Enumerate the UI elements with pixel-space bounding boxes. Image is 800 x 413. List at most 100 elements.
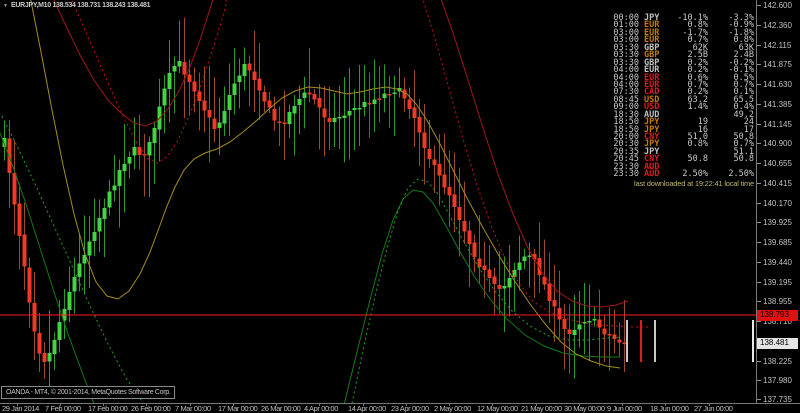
news-value1: 2.50% [682, 169, 708, 180]
news-time: 00:00 [613, 13, 639, 23]
news-row: 20:35 JPY 51.1 [611, 146, 754, 157]
news-value1: 63.2 [687, 94, 708, 105]
news-currency: USD [644, 102, 660, 113]
time-tick: 23 Apr 00:00 [391, 404, 429, 413]
candle-body [482, 265, 487, 270]
time-tick: 7 Feb 00:00 [45, 404, 81, 413]
news-currency: GBP [644, 57, 660, 68]
news-row: 18:50 JPY 19 24 [611, 117, 754, 128]
news-currency: GBP [644, 50, 660, 61]
time-axis[interactable]: 29 Jan 2014 7 Feb 00:00 17 Feb 00:00 26 Feb… [0, 403, 800, 413]
candle-body [122, 164, 127, 172]
news-time: 18:30 [613, 109, 639, 120]
news-value1: 62K [692, 42, 708, 53]
time-tick: 9 Jun 00:00 [607, 404, 642, 413]
news-time: 04:00 [613, 65, 639, 76]
candle-body [42, 353, 47, 363]
candle-body [282, 122, 287, 125]
candle-body [47, 352, 52, 362]
candle-body [167, 73, 172, 90]
candle-body [102, 207, 107, 220]
news-currency: JPY [644, 13, 660, 23]
candle-body [322, 108, 327, 118]
news-value1: 0.6% [687, 72, 708, 83]
candle-body [287, 112, 292, 124]
candle-body [447, 187, 452, 196]
news-row: 04:00 EUR 0.2% -0.1% [611, 65, 754, 76]
time-tick: 21 May 00:00 [521, 404, 562, 413]
price-tick: 137.735 [757, 395, 792, 404]
candle-body [342, 115, 347, 119]
candle-body [252, 71, 257, 80]
lower-band-dotted-mid-line [351, 178, 623, 403]
news-time: 03:00 [613, 35, 639, 46]
candle-body [377, 98, 382, 101]
candle-body [317, 98, 322, 108]
news-value2: 2.4B [733, 50, 754, 61]
time-tick: 14 Apr 00:00 [348, 404, 386, 413]
price-tick: 139.685 [757, 238, 792, 247]
news-row: 03:30 GBP 0.2% -0.2% [611, 57, 754, 68]
candle-body [587, 321, 592, 323]
news-currency: EUR [644, 35, 660, 46]
news-currency: EUR [644, 20, 660, 31]
candle-body [432, 159, 437, 165]
news-row: 20:00 CNY 51.0 50.8 [611, 132, 754, 142]
candle-body [622, 342, 627, 345]
price-tick: 141.630 [757, 80, 792, 89]
candle-body [237, 75, 242, 83]
price-tick: 137.980 [757, 376, 792, 385]
news-value2: 24 [743, 117, 754, 128]
bid-price-label: 138.481 [757, 337, 798, 349]
candle-body [212, 118, 217, 129]
candle-body [27, 267, 32, 303]
price-tick: 139.195 [757, 278, 792, 287]
price-tick: 142.115 [757, 41, 791, 50]
candle-body [597, 319, 602, 328]
candle-body [247, 63, 252, 71]
time-tick: 4 Apr 00:00 [304, 404, 338, 413]
copyright-notice: OANDA - MT4, © 2001-2014, MetaQuotes Sof… [1, 386, 175, 399]
news-row: 04:00 EUR 0.7% 0.7% [611, 79, 754, 90]
news-row: 23:30 AUD [611, 162, 754, 172]
candle-body [592, 318, 597, 321]
price-tick: 138.225 [757, 357, 792, 366]
news-currency: JPY [644, 146, 660, 157]
news-value2: 49.2 [733, 109, 754, 120]
candle-body [112, 185, 117, 191]
price-tick: 140.900 [757, 139, 792, 148]
candle-body [7, 138, 12, 173]
news-time: 20:30 [613, 139, 639, 150]
news-value2: 63K [738, 42, 754, 53]
news-value2: 0.7% [733, 79, 754, 90]
candle-body [617, 339, 622, 343]
symbol-marker-icon: ▼ [3, 3, 8, 9]
news-row: 03:30 GBP 62K 63K [611, 42, 754, 53]
candle-body [437, 163, 442, 176]
news-row: 01:00 EUR 0.8% -0.9% [611, 20, 754, 31]
candle-body [257, 78, 262, 91]
candle-body [22, 234, 27, 267]
time-tick: 30 May 00:00 [564, 404, 605, 413]
news-time: 04:00 [613, 79, 639, 90]
price-tick: 139.925 [757, 218, 792, 227]
time-tick: 26 Feb 00:00 [131, 404, 171, 413]
news-value2: 2.50% [728, 169, 754, 180]
news-value1: 0.2% [687, 65, 708, 76]
news-row: 03:00 EUR 0.7% 0.8% [611, 35, 754, 46]
price-tick: 142.360 [757, 21, 792, 30]
candle-body [567, 329, 572, 334]
news-currency: EUR [644, 72, 660, 83]
news-time: 03:30 [613, 42, 639, 53]
candle-body [117, 169, 122, 186]
candle-body [352, 108, 357, 110]
news-row: 00:00 JPY -10.1% -3.3% [611, 13, 754, 23]
price-tick: 140.170 [757, 199, 792, 208]
price-line-label: 138.793 [757, 309, 798, 321]
candle-body [127, 156, 132, 164]
news-value2: 0.1% [733, 87, 754, 98]
news-footer: last downloaded at 19:22:41 local time [634, 178, 754, 188]
price-tick: 142.600 [757, 1, 792, 10]
news-time: 18:50 [613, 117, 639, 128]
price-tick: 140.415 [757, 179, 792, 188]
